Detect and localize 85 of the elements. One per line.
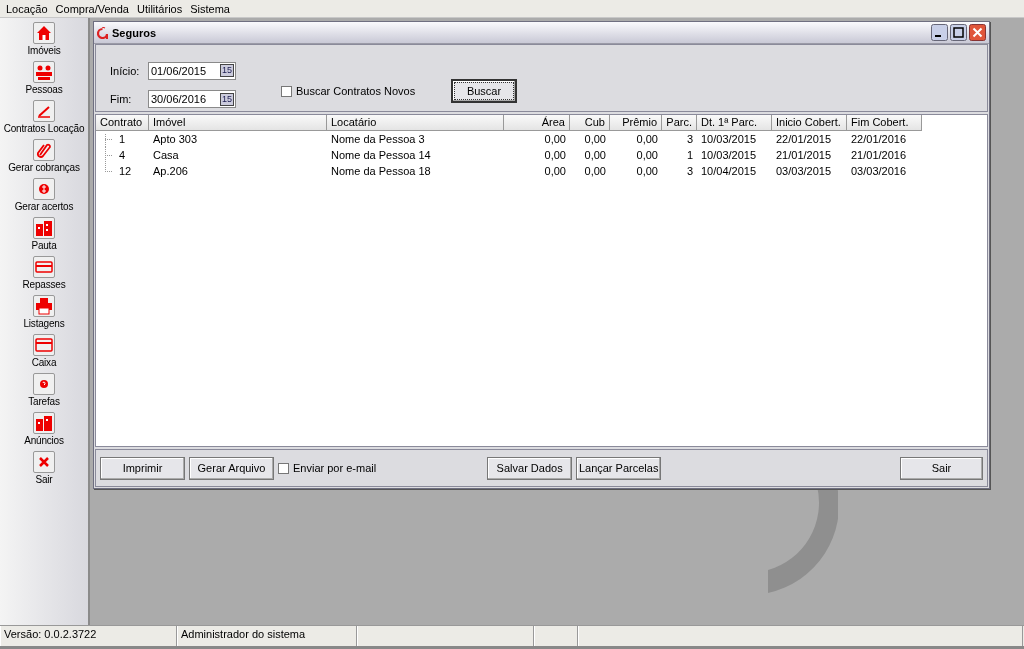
table-cell-text: 03/03/2015 — [775, 164, 833, 179]
menu-item[interactable]: Sistema — [186, 2, 234, 15]
table-cell-text: 10/03/2015 — [700, 148, 758, 163]
sidebar-item[interactable]: Sair — [35, 474, 53, 485]
menu-item[interactable]: Locação — [2, 2, 52, 15]
column-header[interactable]: Prêmio — [610, 115, 662, 131]
column-header[interactable]: Imóvel — [149, 115, 327, 131]
column-header[interactable]: Contrato — [96, 115, 149, 131]
table-cell-text: 0,00 — [543, 132, 567, 147]
sidebar-item[interactable]: Listagens — [23, 318, 65, 329]
sidebar-item[interactable]: Tarefas — [28, 396, 60, 407]
generate-file-button[interactable]: Gerar Arquivo — [189, 456, 274, 480]
table-cell-text: 0,00 — [635, 132, 659, 147]
table-cell-text: 0,00 — [635, 148, 659, 163]
checkbox-label: Enviar por e-mail — [293, 462, 377, 474]
installments-button[interactable]: Lançar Parcelas — [576, 456, 662, 480]
window-title: Seguros — [112, 26, 157, 39]
search-button[interactable]: Buscar — [451, 79, 517, 103]
status-text: Versão: 0.0.2.3722 — [0, 626, 177, 646]
card-icon[interactable] — [33, 334, 55, 356]
sidebar-item[interactable]: Imóveis — [27, 45, 61, 56]
date-field[interactable]: 30/06/2016 15 — [148, 90, 236, 109]
table-cell-text: 10/04/2015 — [700, 164, 758, 179]
sidebar-item[interactable]: Pessoas — [25, 84, 63, 95]
people-icon[interactable] — [33, 61, 55, 83]
table-cell-text: 3 — [685, 132, 694, 147]
table-cell-text: 0,00 — [543, 148, 567, 163]
table-cell-text: Apto 303 — [152, 132, 199, 147]
table-cell-text: 10/03/2015 — [700, 132, 758, 147]
print-button[interactable]: Imprimir — [100, 456, 185, 480]
exit-button[interactable]: Sair — [900, 456, 983, 480]
maximize-icon[interactable] — [950, 24, 967, 41]
status-text: Administrador do sistema — [177, 626, 357, 646]
paperclip-icon[interactable] — [33, 139, 55, 161]
close-icon[interactable] — [969, 24, 986, 41]
pen-icon[interactable] — [33, 100, 55, 122]
column-header[interactable]: Inicio Cobert. — [772, 115, 847, 131]
question-icon[interactable] — [33, 373, 55, 395]
column-header[interactable]: Locatário — [327, 115, 504, 131]
printer-icon[interactable] — [33, 295, 55, 317]
table-cell-text: 21/01/2016 — [850, 148, 908, 163]
column-header[interactable]: Parc. — [662, 115, 697, 131]
minimize-icon[interactable] — [931, 24, 948, 41]
house-icon[interactable] — [33, 22, 55, 44]
menu-item[interactable]: Utilitários — [133, 2, 187, 15]
close-icon[interactable] — [33, 451, 55, 473]
buildings-icon[interactable] — [33, 412, 55, 434]
card-icon[interactable] — [33, 256, 55, 278]
column-header[interactable]: Cub — [570, 115, 610, 131]
table-cell-text: 21/01/2015 — [775, 148, 833, 163]
table-cell-text: 0,00 — [543, 164, 567, 179]
column-header[interactable]: Área — [504, 115, 570, 131]
sidebar-item[interactable]: Repasses — [22, 279, 66, 290]
table-cell-text: 1 — [685, 148, 694, 163]
table-cell-text: 0,00 — [583, 164, 607, 179]
buildings-icon[interactable] — [33, 217, 55, 239]
table-cell-text: 0,00 — [635, 164, 659, 179]
table-cell-text: Nome da Pessoa 14 — [330, 148, 432, 163]
checkbox-label: Buscar Contratos Novos — [296, 85, 416, 97]
column-header[interactable]: Fim Cobert. — [847, 115, 922, 131]
sidebar-item[interactable]: Gerar cobranças — [8, 162, 80, 173]
date-field[interactable]: 01/06/2015 15 — [148, 61, 236, 80]
table-cell-text: Ap.206 — [152, 164, 189, 179]
table-cell-text: Nome da Pessoa 18 — [330, 164, 432, 179]
table-cell-text: 22/01/2015 — [775, 132, 833, 147]
date-label: Fim: — [110, 93, 133, 106]
menu-item[interactable]: Compra/Venda — [51, 2, 133, 15]
sidebar-item[interactable]: Gerar acertos — [14, 201, 74, 212]
date-label: Início: — [110, 64, 141, 77]
app-logo-icon — [97, 26, 108, 39]
table-cell-text: Casa — [152, 148, 180, 163]
sidebar-item[interactable]: Caixa — [31, 357, 57, 368]
table-cell-text: 22/01/2016 — [850, 132, 908, 147]
checkbox[interactable] — [281, 85, 292, 97]
sidebar-item[interactable]: Pauta — [31, 240, 57, 251]
sidebar-item[interactable]: Anúncios — [24, 435, 64, 446]
sidebar-item[interactable]: Contratos Locação — [3, 123, 85, 134]
table-cell-text: 03/03/2016 — [850, 164, 908, 179]
checkbox[interactable] — [278, 462, 289, 474]
column-header[interactable]: Dt. 1ª Parc. — [697, 115, 772, 131]
table-cell-text: 0,00 — [583, 148, 607, 163]
table-cell-text: 3 — [685, 164, 694, 179]
table-cell-text: 0,00 — [583, 132, 607, 147]
save-button[interactable]: Salvar Dados — [487, 456, 573, 480]
table-cell-text: Nome da Pessoa 3 — [330, 132, 426, 147]
